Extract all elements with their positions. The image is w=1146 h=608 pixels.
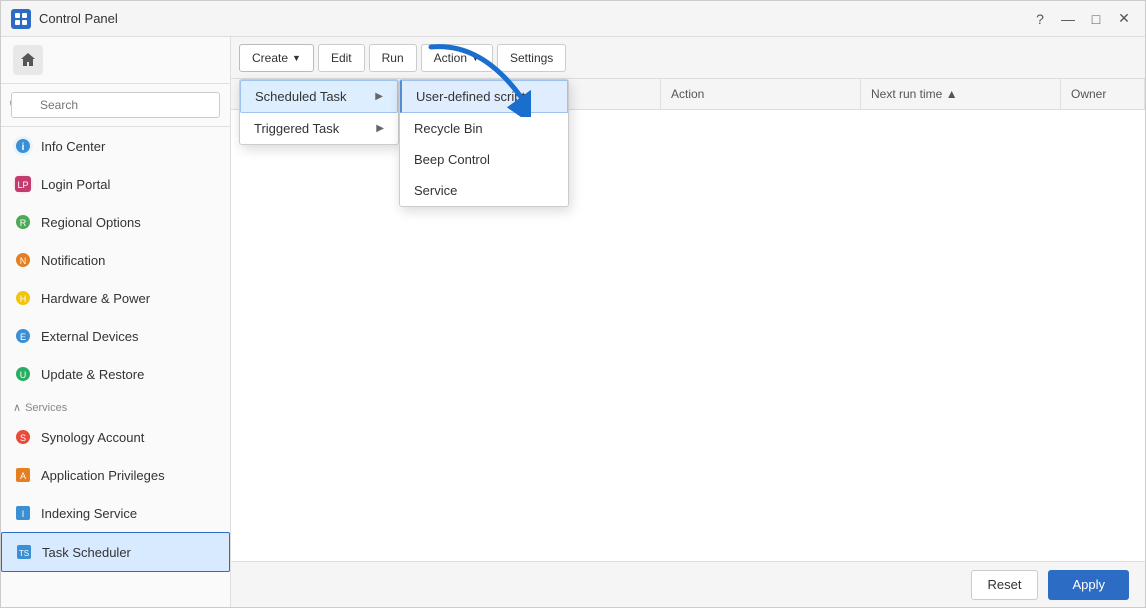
sidebar-item-synology-account[interactable]: S Synology Account <box>1 418 230 456</box>
update-icon: U <box>13 364 33 384</box>
svg-text:H: H <box>20 294 27 304</box>
content-area: Create ▼ Edit Run Action ▼ Settings <box>231 37 1145 607</box>
task-scheduler-icon: TS <box>14 542 34 562</box>
col-next-run[interactable]: Next run time ▲ <box>861 79 1061 109</box>
menu-item-scheduled-task[interactable]: Scheduled Task ▶ User-defined script Rec… <box>240 80 398 113</box>
app-privileges-icon: A <box>13 465 33 485</box>
settings-button[interactable]: Settings <box>497 44 566 72</box>
svg-text:R: R <box>20 218 27 228</box>
svg-text:U: U <box>20 370 27 380</box>
create-dropdown: Scheduled Task ▶ User-defined script Rec… <box>239 79 399 145</box>
sidebar-label-app-privileges: Application Privileges <box>41 468 165 483</box>
svg-text:i: i <box>22 142 25 153</box>
sidebar-home-section <box>1 37 230 84</box>
sidebar-item-external[interactable]: E External Devices <box>1 317 230 355</box>
sidebar-item-regional[interactable]: R Regional Options <box>1 203 230 241</box>
svg-text:A: A <box>20 471 26 481</box>
svg-text:LP: LP <box>17 180 28 190</box>
sidebar-item-login-portal[interactable]: LP Login Portal <box>1 165 230 203</box>
sidebar-item-update[interactable]: U Update & Restore <box>1 355 230 393</box>
sidebar-label-synology: Synology Account <box>41 430 144 445</box>
footer: Reset Apply <box>231 561 1145 607</box>
sidebar-label-hardware: Hardware & Power <box>41 291 150 306</box>
sidebar-item-app-privileges[interactable]: A Application Privileges <box>1 456 230 494</box>
maximize-button[interactable]: □ <box>1085 8 1107 30</box>
main-layout: 🔍 i Info Center LP Login Portal R <box>1 37 1145 607</box>
search-input[interactable] <box>11 92 220 118</box>
window-title: Control Panel <box>39 11 1021 26</box>
sidebar-item-hardware[interactable]: H Hardware & Power <box>1 279 230 317</box>
col-action[interactable]: Action <box>661 79 861 109</box>
submenu-item-beep-control[interactable]: Beep Control <box>400 144 568 175</box>
action-button[interactable]: Action ▼ <box>421 44 493 72</box>
edit-button[interactable]: Edit <box>318 44 365 72</box>
create-button[interactable]: Create ▼ <box>239 44 314 72</box>
close-button[interactable]: ✕ <box>1113 8 1135 30</box>
window: Control Panel ? — □ ✕ 🔍 i <box>0 0 1146 608</box>
create-caret-icon: ▼ <box>292 53 301 63</box>
app-icon <box>11 9 31 29</box>
chevron-right-triggered-icon: ▶ <box>376 123 384 134</box>
toolbar: Create ▼ Edit Run Action ▼ Settings <box>231 37 1145 79</box>
svg-text:TS: TS <box>19 549 29 558</box>
login-portal-icon: LP <box>13 174 33 194</box>
sidebar-label-regional: Regional Options <box>41 215 141 230</box>
notification-icon: N <box>13 250 33 270</box>
regional-icon: R <box>13 212 33 232</box>
window-controls: ? — □ ✕ <box>1029 8 1135 30</box>
submenu-scheduled-task: User-defined script Recycle Bin Beep Con… <box>399 79 569 207</box>
sidebar-label-info-center: Info Center <box>41 139 105 154</box>
titlebar: Control Panel ? — □ ✕ <box>1 1 1145 37</box>
sidebar-item-info-center[interactable]: i Info Center <box>1 127 230 165</box>
action-caret-icon: ▼ <box>471 53 480 63</box>
apply-button[interactable]: Apply <box>1048 570 1129 600</box>
sidebar-label-notification: Notification <box>41 253 105 268</box>
svg-text:N: N <box>20 256 27 266</box>
info-center-icon: i <box>13 136 33 156</box>
sidebar-label-external: External Devices <box>41 329 139 344</box>
synology-account-icon: S <box>13 427 33 447</box>
sidebar-item-task-scheduler[interactable]: TS Task Scheduler <box>1 532 230 572</box>
sidebar: 🔍 i Info Center LP Login Portal R <box>1 37 231 607</box>
services-section-header[interactable]: ∧ Services <box>1 393 230 418</box>
svg-text:I: I <box>22 509 25 519</box>
sidebar-item-indexing[interactable]: I Indexing Service <box>1 494 230 532</box>
home-button[interactable] <box>13 45 43 75</box>
table-body: ↻ <box>231 110 1145 607</box>
minimize-button[interactable]: — <box>1057 8 1079 30</box>
sidebar-label-indexing: Indexing Service <box>41 506 137 521</box>
help-button[interactable]: ? <box>1029 8 1051 30</box>
services-section-label: Services <box>25 402 67 414</box>
sidebar-label-update: Update & Restore <box>41 367 144 382</box>
external-icon: E <box>13 326 33 346</box>
run-button[interactable]: Run <box>369 44 417 72</box>
reset-button[interactable]: Reset <box>971 570 1039 600</box>
indexing-icon: I <box>13 503 33 523</box>
sidebar-label-login-portal: Login Portal <box>41 177 110 192</box>
svg-text:S: S <box>20 433 26 443</box>
submenu-item-service[interactable]: Service <box>400 175 568 206</box>
submenu-item-user-script[interactable]: User-defined script <box>400 80 568 113</box>
sidebar-item-notification[interactable]: N Notification <box>1 241 230 279</box>
collapse-icon: ∧ <box>13 401 21 414</box>
sidebar-label-task-scheduler: Task Scheduler <box>42 545 131 560</box>
chevron-right-icon: ▶ <box>375 91 383 102</box>
svg-text:E: E <box>20 332 26 342</box>
create-menu: Scheduled Task ▶ User-defined script Rec… <box>239 79 399 145</box>
submenu-item-recycle-bin[interactable]: Recycle Bin <box>400 113 568 144</box>
menu-item-triggered-task[interactable]: Triggered Task ▶ <box>240 113 398 144</box>
scheduled-task-submenu: User-defined script Recycle Bin Beep Con… <box>399 79 569 207</box>
col-owner[interactable]: Owner <box>1061 79 1145 109</box>
hardware-icon: H <box>13 288 33 308</box>
